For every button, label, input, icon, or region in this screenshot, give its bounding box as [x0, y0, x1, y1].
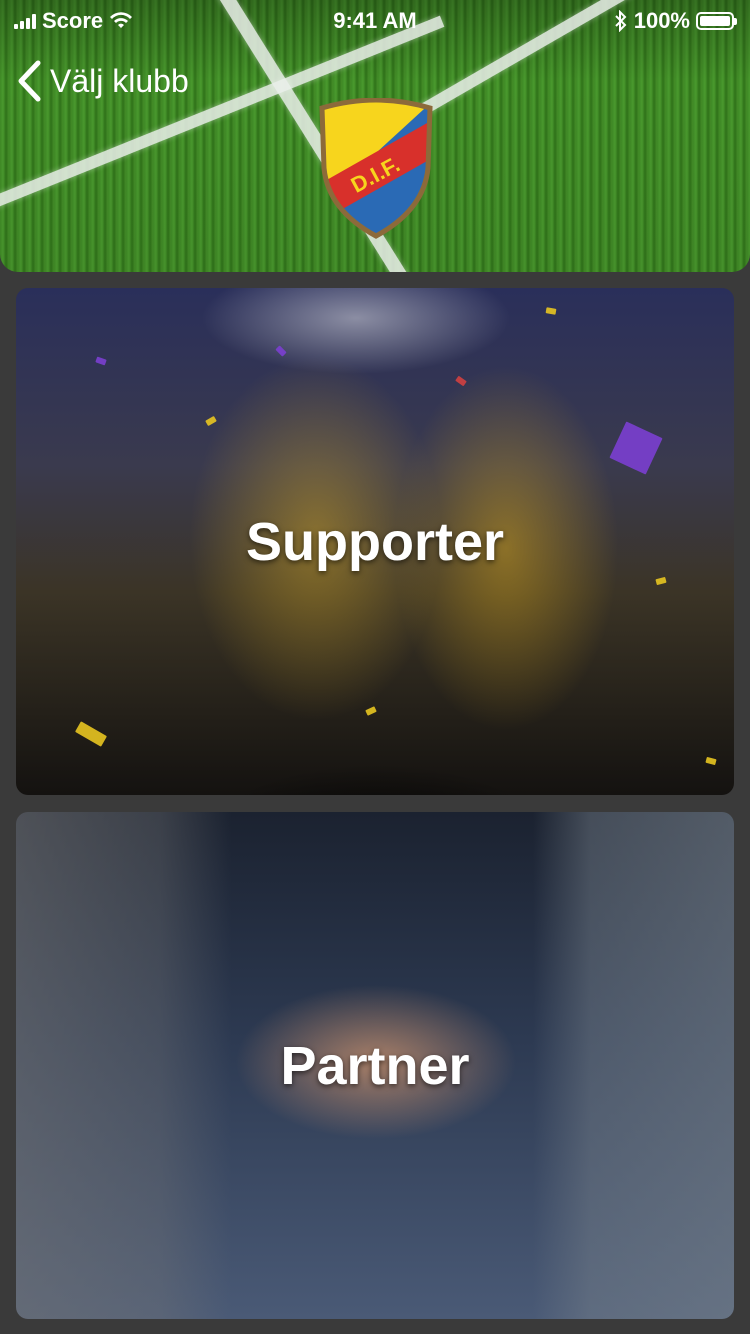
confetti [95, 356, 107, 366]
confetti [75, 721, 107, 747]
chevron-left-icon [18, 60, 41, 102]
partner-label: Partner [280, 1035, 470, 1096]
supporter-option-card[interactable]: Supporter [16, 288, 734, 795]
battery-percent: 100% [633, 8, 690, 33]
confetti [545, 307, 557, 315]
back-label: Välj klubb [50, 62, 189, 99]
confetti [705, 756, 717, 766]
confetti [455, 375, 467, 387]
supporter-label: Supporter [245, 511, 504, 572]
back-button[interactable]: Välj klubb [16, 60, 189, 102]
confetti [205, 415, 217, 427]
confetti [365, 706, 377, 716]
bluetooth-icon [615, 10, 627, 32]
confetti [609, 421, 663, 475]
partner-option-card[interactable]: Partner [16, 812, 734, 1319]
header-banner: Score 9:41 AM 100% Välj klubb D.I.F. [0, 0, 750, 272]
confetti [655, 576, 667, 586]
confetti [275, 345, 287, 357]
status-bar: Score 9:41 AM 100% [0, 0, 750, 40]
club-crest-logo: D.I.F. [319, 98, 433, 239]
battery-icon [696, 12, 737, 30]
